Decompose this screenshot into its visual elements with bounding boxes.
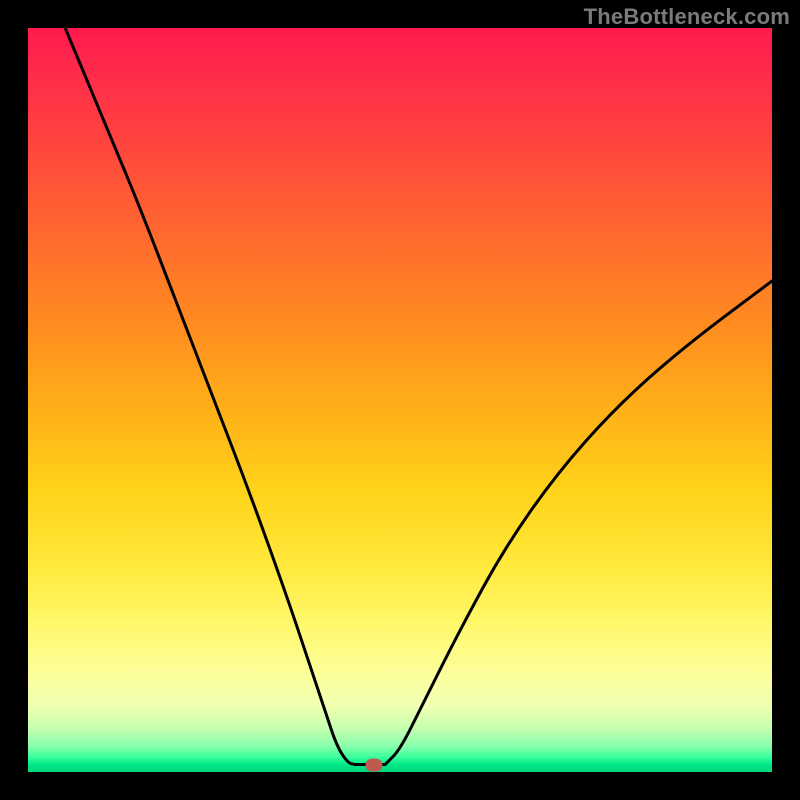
bottleneck-curve [28,28,772,772]
optimal-point-marker [365,758,382,771]
watermark-text: TheBottleneck.com [584,4,790,30]
outer-frame: TheBottleneck.com [0,0,800,800]
plot-area [28,28,772,772]
